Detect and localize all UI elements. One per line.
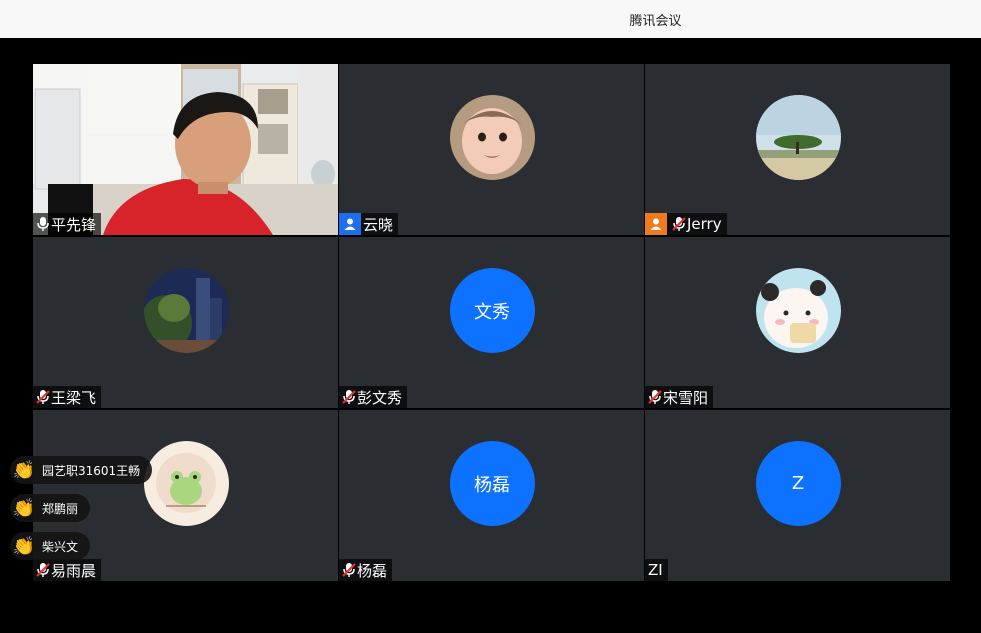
participant-nameplate: 平先锋 [33, 213, 102, 235]
mic-muted-icon [36, 563, 50, 577]
raised-hand-item[interactable]: 👏 柴兴文 [10, 532, 91, 560]
raised-hand-icon: 👏 [12, 535, 36, 557]
mic-muted-icon [672, 217, 686, 231]
participant-nameplate: 宋雪阳 [645, 386, 714, 408]
mic-muted-icon [342, 563, 356, 577]
participant-tile-pengwenxiu[interactable]: 文秀 彭文秀 [339, 237, 644, 408]
participant-nameplate: 彭文秀 [339, 386, 408, 408]
participant-nameplate: Jerry [645, 213, 727, 235]
raised-hand-name: 柴兴文 [42, 539, 79, 554]
participant-nameplate: 王梁飞 [33, 386, 102, 408]
camera-video [33, 64, 338, 235]
mic-muted-icon [36, 390, 50, 404]
mic-muted-icon [648, 390, 662, 404]
participant-name: 宋雪阳 [663, 388, 709, 407]
participant-nameplate: 杨磊 [339, 559, 393, 581]
participant-tile-songxueyang[interactable]: 宋雪阳 [645, 237, 950, 408]
participant-grid: 平先锋 云晓 Jerry 王梁飞 文秀 彭文秀 宋雪阳 易雨晨 杨磊 杨磊 Z … [33, 64, 950, 582]
participant-nameplate: 云晓 [339, 213, 399, 235]
participant-name: 易雨晨 [51, 561, 97, 580]
raised-hand-name: 园艺职31601王畅 [42, 463, 141, 478]
user-icon [645, 213, 667, 235]
participant-nameplate: 易雨晨 [33, 559, 102, 581]
raised-hand-icon: 👏 [12, 497, 36, 519]
frog-photo-icon [143, 441, 229, 526]
participant-tile-jerry[interactable]: Jerry [645, 64, 950, 235]
participant-avatar: 杨磊 [449, 441, 535, 526]
tree-photo-icon [755, 95, 841, 180]
participant-name: 平先锋 [51, 215, 97, 234]
participant-avatar: 文秀 [449, 268, 535, 353]
participant-name: 彭文秀 [357, 388, 403, 407]
participant-avatar: Z [755, 441, 841, 526]
meeting-stage: 平先锋 云晓 Jerry 王梁飞 文秀 彭文秀 宋雪阳 易雨晨 杨磊 杨磊 Z … [0, 38, 981, 633]
title-bar: 腾讯会议 [0, 0, 981, 38]
mic-on-icon [37, 217, 49, 231]
participant-avatar [755, 268, 841, 353]
window-title: 腾讯会议 [629, 14, 682, 29]
raised-hand-item[interactable]: 👏 郑鹏丽 [10, 494, 91, 522]
participant-tile-pingxianfeng[interactable]: 平先锋 [33, 64, 338, 235]
participant-tile-zi[interactable]: Z ZI [645, 410, 950, 581]
participant-avatar [143, 441, 229, 526]
participant-name: 王梁飞 [51, 388, 97, 407]
participant-nameplate: ZI [645, 559, 668, 581]
participant-name: 杨磊 [357, 561, 388, 580]
participant-tile-yunxiao[interactable]: 云晓 [339, 64, 644, 235]
participant-tile-yanglei[interactable]: 杨磊 杨磊 [339, 410, 644, 581]
night-city-photo-icon [143, 268, 229, 353]
cartoon-bear-photo-icon [755, 268, 841, 353]
participant-avatar [755, 95, 841, 180]
baby-photo-icon [449, 95, 535, 180]
user-icon [339, 213, 361, 235]
participant-avatar [143, 268, 229, 353]
mic-muted-icon [342, 390, 356, 404]
participant-avatar [449, 95, 535, 180]
participant-tile-wangliangfei[interactable]: 王梁飞 [33, 237, 338, 408]
raised-hand-name: 郑鹏丽 [42, 501, 79, 516]
participant-name: 云晓 [363, 215, 394, 234]
participant-name: ZI [648, 561, 663, 579]
raised-hand-icon: 👏 [12, 459, 36, 481]
participant-name: Jerry [687, 215, 722, 233]
raised-hand-item[interactable]: 👏 园艺职31601王畅 [10, 456, 153, 484]
